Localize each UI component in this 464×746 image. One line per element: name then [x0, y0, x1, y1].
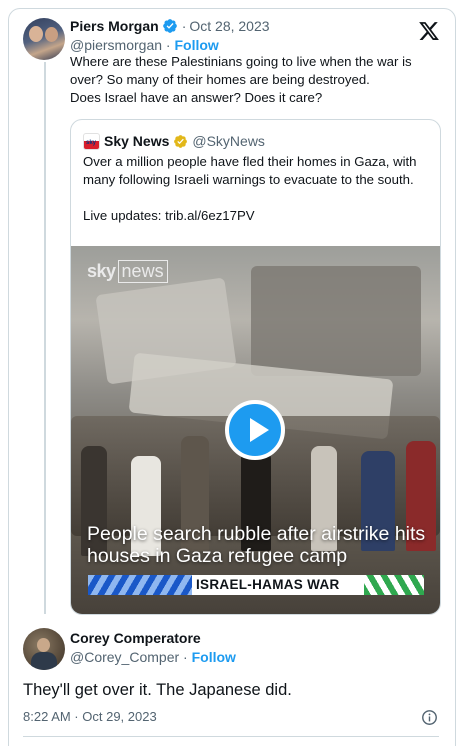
thread-connector-line [44, 62, 46, 614]
quote-author-name: Sky News [104, 133, 170, 149]
caption-line: houses in Gaza refugee camp [87, 545, 348, 567]
quoted-tweet[interactable]: Sky News @SkyNews Over a million people … [70, 119, 441, 615]
reply-timestamp[interactable]: 8:22 AM · Oct 29, 2023 [23, 709, 157, 725]
banner-chevrons [88, 575, 192, 595]
tweet-text-line: Where are these Palestinians going to li… [70, 54, 412, 69]
verified-badge-icon [162, 19, 177, 33]
play-icon[interactable] [225, 400, 285, 460]
tweet-author-row: Piers Morgan · Oct 28, 2023 [70, 17, 270, 35]
tweet-handle-row: @piersmorgan · Follow [70, 36, 219, 54]
follow-piers-button[interactable]: Follow [174, 37, 218, 53]
tweet-date[interactable]: Oct 28, 2023 [189, 17, 269, 35]
banner-text: ISRAEL-HAMAS WAR [192, 575, 364, 595]
video-thumbnail[interactable]: sky news People search rubble after airs… [71, 246, 440, 614]
reply-handle[interactable]: @Corey_Comper [70, 649, 179, 665]
corey-comperatore-avatar[interactable] [23, 628, 65, 670]
news-banner: ISRAEL-HAMAS WAR [88, 575, 424, 595]
piers-morgan-avatar[interactable] [23, 18, 65, 60]
rubble-shape [251, 266, 421, 376]
quote-text-spacer [83, 189, 433, 207]
reply-author-name[interactable]: Corey Comperatore [70, 629, 201, 647]
quote-author-row: Sky News @SkyNews [83, 132, 265, 150]
caption-line: People search rubble after airstrike hit… [87, 523, 426, 545]
video-caption: People search rubble after airstrike hit… [87, 523, 432, 567]
info-icon[interactable] [421, 709, 438, 726]
tweet-text-line: Does Israel have an answer? Does it care… [70, 90, 323, 105]
reply-handle-row: @Corey_Comper · Follow [70, 648, 236, 666]
quote-text-line: Over a million people have fled their ho… [83, 154, 417, 169]
watermark-sky: sky [87, 261, 116, 281]
watermark-news: news [117, 260, 168, 283]
quote-handle: @SkyNews [192, 133, 265, 149]
tweet-handle[interactable]: @piersmorgan [70, 37, 162, 53]
quote-body: Over a million people have fled their ho… [83, 153, 433, 225]
handle-dot: · [183, 649, 188, 665]
quote-link-line: Live updates: trib.al/6ez17PV [83, 208, 255, 223]
gold-verified-badge-icon [174, 134, 188, 148]
banner-stripes [364, 575, 424, 595]
bottom-divider [23, 736, 439, 737]
reply-author-row: Corey Comperatore [70, 629, 201, 647]
tweet-text-line: over? So many of their homes are being d… [70, 72, 370, 87]
tweet-dot: · [181, 18, 187, 34]
quote-text-line: many following Israeli warnings to evacu… [83, 172, 414, 187]
x-logo-icon[interactable] [418, 20, 440, 42]
handle-dot: · [165, 37, 171, 53]
reply-body: They'll get over it. The Japanese did. [23, 681, 292, 699]
sky-news-avatar [83, 132, 100, 150]
tweet-body: Where are these Palestinians going to li… [70, 53, 430, 107]
follow-corey-button[interactable]: Follow [192, 649, 236, 665]
tweet-author-name[interactable]: Piers Morgan [70, 17, 159, 35]
sky-news-watermark: sky news [87, 260, 168, 283]
